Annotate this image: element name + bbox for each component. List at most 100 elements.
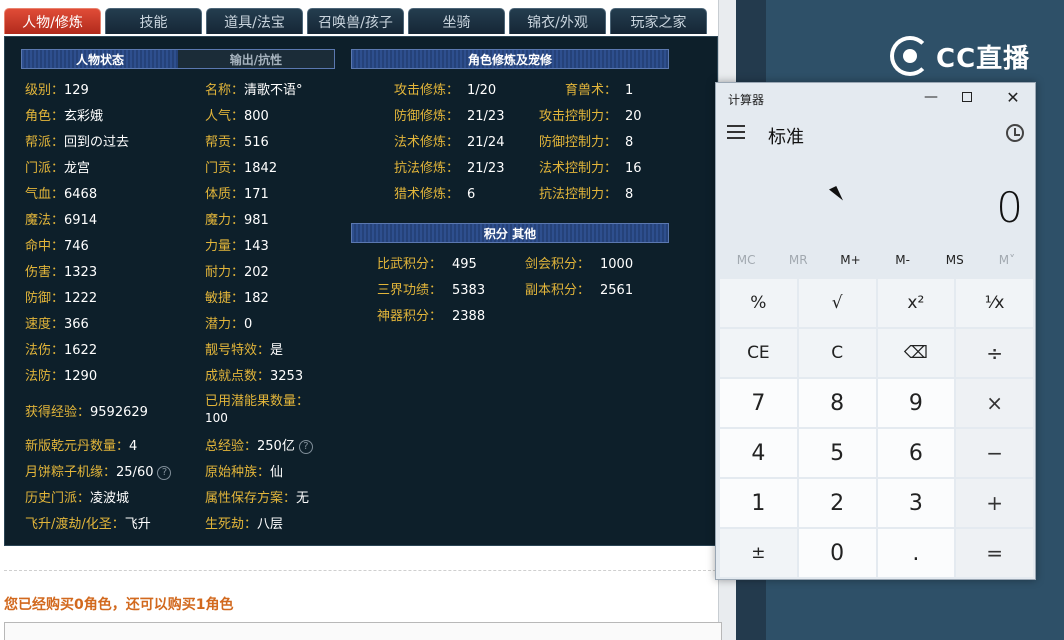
close-button[interactable]: ✕ [1001, 87, 1025, 107]
equals-key[interactable]: = [956, 529, 1033, 577]
clear-key[interactable]: C [798, 329, 876, 377]
tab-item[interactable]: 坐骑 [408, 8, 505, 34]
backspace-key[interactable]: ⌫ [877, 329, 955, 377]
add-key[interactable]: + [956, 479, 1033, 527]
memory-button[interactable]: M+ [824, 253, 876, 267]
stat-item: 气血：6468 [25, 183, 97, 202]
reciprocal-key[interactable]: ¹⁄x [956, 279, 1033, 327]
tab-item[interactable]: 人物/修炼 [4, 8, 101, 34]
stat-value: 6 [467, 187, 476, 202]
negate-key[interactable]: ± [720, 529, 797, 577]
decimal-key[interactable]: . [877, 529, 955, 577]
digit-3-key[interactable]: 3 [877, 479, 955, 527]
stat-value: 182 [244, 291, 269, 306]
points-section-header: 积分 其他 [351, 223, 669, 243]
multiply-key[interactable]: × [956, 379, 1033, 427]
stat-label: 级别： [25, 83, 65, 98]
hamburger-menu-icon[interactable] [727, 125, 745, 139]
digit-5-key[interactable]: 5 [798, 429, 876, 477]
stat-value: 8 [625, 187, 634, 202]
tab-item[interactable]: 召唤兽/孩子 [307, 8, 404, 34]
stat-label: 魔法： [25, 213, 65, 228]
stat-label: 防御控制力： [538, 135, 617, 150]
subtract-key[interactable]: − [956, 429, 1033, 477]
digit-1-key[interactable]: 1 [720, 479, 797, 527]
digit-4-key[interactable]: 4 [720, 429, 797, 477]
stat-value: 玄彩娥 [64, 109, 104, 124]
points-item: 神器积分： 2388 [377, 305, 485, 324]
stat-value: 1842 [244, 161, 278, 176]
square-key[interactable]: x² [877, 279, 955, 327]
stat-item: 速度：366 [25, 313, 89, 332]
stat-label: 成就点数： [205, 369, 271, 384]
stat-attr-save: 属性保存方案：无 [205, 491, 310, 506]
stat-label: 法术修炼： [393, 135, 459, 150]
stat-item: 伤害：1323 [25, 261, 97, 280]
history-icon[interactable] [1006, 124, 1024, 142]
percent-key[interactable]: % [720, 279, 797, 327]
stat-value: 5383 [452, 283, 486, 298]
divide-key[interactable]: ÷ [956, 329, 1033, 377]
help-icon[interactable]: ? [157, 465, 172, 480]
stat-value: 366 [64, 317, 89, 332]
memory-button[interactable]: MR [772, 253, 824, 267]
divider [4, 570, 716, 571]
clear-entry-key[interactable]: CE [720, 329, 797, 377]
calculator-mode: 标准 [768, 127, 804, 148]
minimize-button[interactable]: — [919, 87, 943, 107]
digit-8-key[interactable]: 8 [798, 379, 876, 427]
stat-value: 143 [244, 239, 269, 254]
help-icon[interactable]: ? [298, 439, 313, 454]
stat-value: 1222 [64, 291, 98, 306]
stat-label: 防御： [25, 291, 65, 306]
stat-ascension: 飞升/渡劫/化圣：飞升 [25, 517, 151, 532]
stat-value: 1 [625, 83, 634, 98]
stat-item: 帮派：回到の过去 [25, 131, 129, 150]
stat-value: 0 [244, 317, 253, 332]
calculator-window: 计算器 — ✕ 标准 0 MC MR M+ M- MS M˅ % √ x² ¹⁄x CE C ⌫ ÷ 7 8… [715, 82, 1036, 580]
cultivation-section-header: 角色修炼及宠修 [351, 49, 669, 69]
tab-output-resistance[interactable]: 输出/抗性 [178, 50, 334, 68]
stat-value: 6468 [64, 187, 98, 202]
stat-race: 原始种族：仙 [205, 465, 284, 480]
sqrt-key[interactable]: √ [798, 279, 876, 327]
stat-label: 猎术修炼： [393, 187, 459, 202]
stat-item: 防御：1222 [25, 287, 97, 306]
stat-value: 1/20 [467, 83, 497, 98]
digit-6-key[interactable]: 6 [877, 429, 955, 477]
stat-item: 名称：清歌不语° [205, 79, 303, 98]
stat-label: 帮贡： [205, 135, 245, 150]
cultivation-item: 法术控制力： 16 [525, 157, 642, 176]
cultivation-item: 攻击修炼： 1/20 [375, 79, 496, 98]
tab-character-status[interactable]: 人物状态 [22, 50, 178, 68]
tab-item[interactable]: 道具/法宝 [206, 8, 303, 34]
stat-label: 潜力： [205, 317, 245, 332]
stat-qianyuan: 新版乾元丹数量：4 [25, 439, 138, 454]
memory-button[interactable]: MC [720, 253, 772, 267]
memory-button[interactable]: MS [929, 253, 981, 267]
stat-value: 516 [244, 135, 269, 150]
keypad: % √ x² ¹⁄x CE C ⌫ ÷ 7 8 9 × 4 5 6− 1 2 3 + ±0. = [720, 279, 1033, 577]
stat-potential-fruit: 已用潜能果数量： 100 [205, 394, 310, 425]
cultivation-item: 攻击控制力： 20 [525, 105, 642, 124]
main-page: 人物/修炼 技能 道具/法宝 召唤兽/孩子 坐骑 锦衣/外观 玩家之家 人物状态 输出/抗性… [0, 0, 736, 640]
tab-item[interactable]: 锦衣/外观 [509, 8, 606, 34]
digit-9-key[interactable]: 9 [877, 379, 955, 427]
digit-7-key[interactable]: 7 [720, 379, 797, 427]
memory-button[interactable]: M˅ [981, 253, 1033, 267]
stat-label: 三界功绩： [377, 283, 443, 298]
tab-item[interactable]: 技能 [105, 8, 202, 34]
points-item: 三界功绩： 5383 [377, 279, 485, 298]
digit-2-key[interactable]: 2 [798, 479, 876, 527]
stat-label: 靓号特效： [205, 343, 271, 358]
stat-item: 帮贡：516 [205, 131, 269, 150]
status-section-header: 人物状态 输出/抗性 [21, 49, 335, 69]
tab-item[interactable]: 玩家之家 [610, 8, 707, 34]
points-item: 比武积分： 495 [377, 253, 477, 272]
purchase-note: 您已经购买0角色，还可以购买1角色 [4, 597, 234, 613]
digit-0-key[interactable]: 0 [798, 529, 876, 577]
memory-button[interactable]: M- [877, 253, 929, 267]
maximize-button[interactable] [955, 87, 979, 107]
cultivation-item: 防御控制力： 8 [525, 131, 633, 150]
bottom-textbox[interactable] [4, 622, 722, 640]
